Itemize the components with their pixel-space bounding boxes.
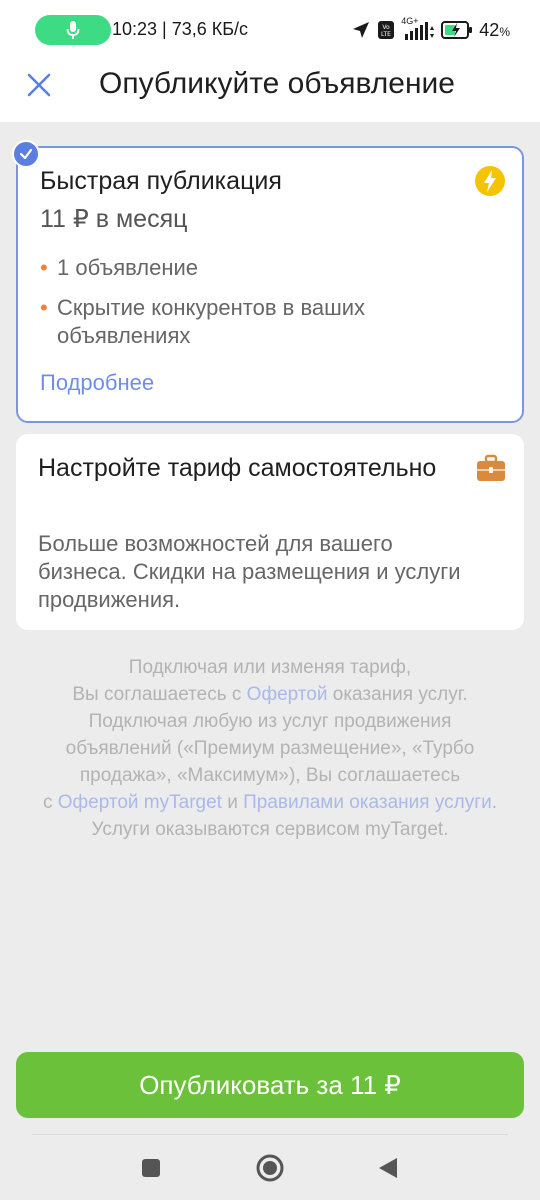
plan-title: Быстрая публикация — [40, 167, 282, 195]
offer-link[interactable]: Офертой — [247, 684, 328, 705]
bullet: • — [40, 255, 48, 280]
legal-line: Вы соглашаетесь с Офертой оказания услуг… — [72, 684, 468, 705]
home-button[interactable] — [254, 1152, 286, 1184]
check-icon — [19, 148, 33, 160]
status-icons: Vo LTE 4G+ 42% — [351, 16, 510, 43]
app-header: Опубликуйте объявление — [0, 60, 540, 122]
service-rules-link[interactable]: Правилами оказания услуги — [243, 792, 492, 813]
battery-level: 42% — [479, 19, 510, 40]
battery-charging-icon — [441, 21, 473, 39]
volte-icon: Vo LTE — [378, 21, 395, 39]
signal-4g: 4G+ — [401, 16, 435, 42]
plan-description: Больше возможностей для вашего бизнеса. … — [38, 531, 461, 612]
location-arrow-icon — [353, 22, 370, 38]
mytarget-offer-link[interactable]: Офертой myTarget — [58, 792, 222, 813]
feature-item: • 1 объявление — [40, 255, 199, 280]
legal-line: Подключая или изменяя тариф, — [128, 657, 412, 678]
status-time-speed: 10:23 | 73,6 КБ/с — [112, 19, 249, 39]
selected-check-badge — [12, 140, 40, 168]
legal-line: с Офертой myTarget и Правилами оказания … — [42, 792, 498, 840]
plan-title: Настройте тариф самостоятельно — [38, 454, 437, 482]
bullet: • — [40, 295, 48, 320]
feature-item: • Скрытие конкурентов в ваших объявлениях — [40, 295, 366, 348]
svg-text:LTE: LTE — [381, 31, 391, 38]
legal-text: Подключая или изменяя тариф, Вы соглашае… — [0, 654, 540, 843]
triangle-back-icon — [379, 1158, 397, 1178]
system-nav-bar — [0, 1136, 540, 1200]
mic-active-indicator[interactable] — [35, 15, 111, 45]
microphone-icon — [66, 21, 80, 39]
plan-price: 11 ₽ в месяц — [40, 205, 188, 233]
page-title: Опубликуйте объявление — [99, 67, 455, 100]
close-button[interactable] — [22, 68, 56, 102]
svg-text:Vo: Vo — [383, 24, 391, 31]
square-icon — [142, 1159, 160, 1177]
lightning-icon — [475, 166, 505, 196]
plan-card-fast[interactable]: Быстрая публикация 11 ₽ в месяц • 1 объяв… — [16, 146, 524, 423]
briefcase-icon — [477, 454, 505, 481]
plan-card-custom[interactable]: Настройте тариф самостоятельно Больше во… — [16, 434, 524, 630]
divider — [32, 1134, 508, 1135]
legal-line: Подключая любую из услуг продвижения объ… — [65, 711, 475, 786]
close-icon — [27, 73, 51, 97]
more-details-link[interactable]: Подробнее — [40, 370, 154, 396]
back-button[interactable] — [372, 1152, 404, 1184]
plan-features: • 1 объявление • Скрытие конкурентов в ваш… — [40, 254, 460, 362]
circle-icon — [256, 1154, 284, 1182]
status-bar: 10:23 | 73,6 КБ/с Vo LTE 4G+ 42% — [0, 0, 540, 60]
publish-button[interactable]: Опубликовать за 11 ₽ — [16, 1052, 524, 1118]
recents-button[interactable] — [135, 1152, 167, 1184]
signal-strength-icon — [405, 22, 435, 40]
